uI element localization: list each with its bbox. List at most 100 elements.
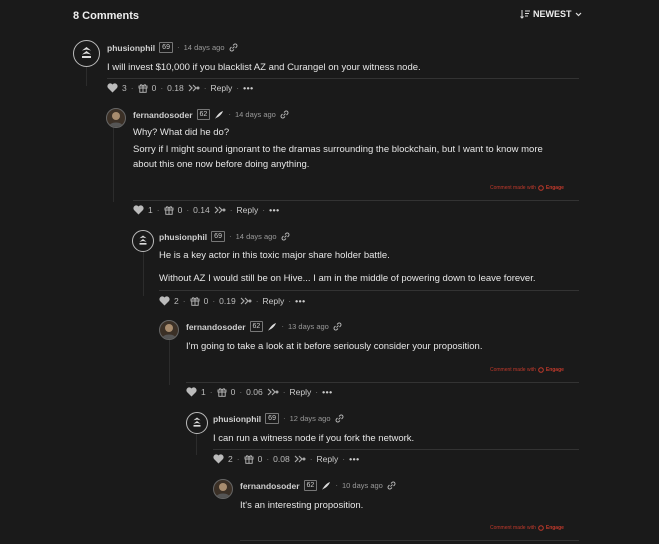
- divider: [107, 78, 579, 79]
- sort-dropdown[interactable]: NEWEST: [520, 9, 582, 19]
- reputation-badge: 62: [303, 480, 318, 491]
- reply-button[interactable]: Reply: [237, 205, 259, 215]
- comment-body: He is a key actor in this toxic major sh…: [159, 248, 536, 286]
- timestamp[interactable]: 10 days ago: [342, 481, 383, 490]
- user-photo-icon: [216, 483, 230, 498]
- gift-count: 0: [203, 296, 209, 306]
- comment-text: about this one now before doing anything…: [133, 159, 310, 170]
- comment-actions: 2 · 0 · 0.19 · Reply · •••: [159, 296, 306, 306]
- engage-attribution[interactable]: Comment made with Engage: [490, 185, 564, 191]
- author-name[interactable]: fernandosoder: [186, 322, 246, 332]
- link-icon[interactable]: [281, 232, 290, 241]
- gift-count: 0: [230, 387, 236, 397]
- link-icon[interactable]: [333, 322, 342, 331]
- engage-attribution[interactable]: Comment made with Engage: [490, 525, 564, 531]
- hive-tokens-icon: [294, 455, 306, 463]
- hive-logo-icon: [82, 47, 91, 58]
- gift-icon[interactable]: [190, 296, 200, 306]
- author-name[interactable]: fernandosoder: [240, 481, 300, 491]
- link-icon[interactable]: [387, 481, 396, 490]
- hive-tokens-icon: [267, 388, 279, 396]
- reputation-badge: 62: [249, 321, 264, 332]
- like-count: 2: [174, 296, 179, 306]
- reputation-badge: 69: [211, 231, 225, 242]
- author-name[interactable]: phusionphil: [159, 232, 207, 242]
- hive-logo-icon: [193, 417, 201, 427]
- reputation-badge: 69: [159, 42, 173, 53]
- user-photo-icon: [109, 112, 123, 127]
- author-name[interactable]: phusionphil: [213, 414, 261, 424]
- avatar[interactable]: [213, 479, 233, 499]
- avatar[interactable]: [159, 320, 179, 340]
- quill-icon: [268, 322, 277, 331]
- link-icon[interactable]: [335, 414, 344, 423]
- timestamp[interactable]: 12 days ago: [290, 414, 331, 423]
- engage-attribution[interactable]: Comment made with Engage: [490, 367, 564, 373]
- timestamp[interactable]: 13 days ago: [288, 322, 329, 331]
- comment-body: I'm going to take a look at it before se…: [186, 339, 482, 354]
- thread-line: [169, 340, 170, 385]
- divider: [133, 200, 579, 201]
- author-name[interactable]: phusionphil: [107, 43, 155, 53]
- link-icon[interactable]: [280, 110, 289, 119]
- comment-body: I can run a witness node if you fork the…: [213, 431, 414, 446]
- comment-actions: 1 · 0 · 0.06 · Reply · •••: [186, 387, 333, 397]
- heart-icon[interactable]: [107, 83, 118, 93]
- hive-tokens-icon: [214, 206, 226, 214]
- heart-icon[interactable]: [159, 296, 170, 306]
- user-photo-icon: [162, 324, 176, 339]
- avatar[interactable]: [132, 230, 154, 252]
- author-name[interactable]: fernandosoder: [133, 110, 193, 120]
- gift-count: 0: [151, 83, 157, 93]
- avatar[interactable]: [73, 40, 100, 67]
- comment-text: I can run a witness node if you fork the…: [213, 433, 415, 444]
- timestamp[interactable]: 14 days ago: [236, 232, 277, 241]
- separator-dot: ·: [281, 322, 284, 331]
- gift-count: 0: [257, 454, 263, 464]
- heart-icon[interactable]: [186, 387, 197, 397]
- comment-actions: 3 · 0 · 0.18 · Reply · •••: [107, 83, 254, 93]
- engage-logo-icon: [538, 367, 544, 373]
- quill-icon: [215, 110, 224, 119]
- comment-body: Why? What did he do? Sorry if I might so…: [133, 125, 543, 172]
- more-options-button[interactable]: •••: [269, 205, 279, 215]
- payout-value: 0.14: [193, 205, 210, 215]
- hive-tokens-icon: [240, 297, 252, 305]
- comment-actions: 1 · 0 · 0.14 · Reply · •••: [133, 205, 280, 215]
- more-options-button[interactable]: •••: [349, 454, 359, 464]
- gift-icon[interactable]: [164, 205, 174, 215]
- reply-button[interactable]: Reply: [317, 454, 339, 464]
- payout-value: 0.18: [167, 83, 184, 93]
- reply-button[interactable]: Reply: [290, 387, 312, 397]
- gift-icon[interactable]: [138, 83, 148, 93]
- comment-body: I will invest $10,000 if you blacklist A…: [107, 60, 421, 75]
- comment-text: He is a key actor in this toxic major sh…: [159, 250, 390, 261]
- comment-text: Sorry if I might sound ignorant to the d…: [133, 144, 543, 155]
- divider: [213, 449, 579, 450]
- divider: [240, 540, 579, 541]
- reputation-badge: 62: [196, 109, 211, 120]
- more-options-button[interactable]: •••: [243, 83, 253, 93]
- payout-value: 0.08: [273, 454, 290, 464]
- more-options-button[interactable]: •••: [295, 296, 305, 306]
- comment-count: 8 Comments: [73, 10, 140, 22]
- hive-logo-icon: [139, 235, 147, 245]
- comments-header: 8 Comments NEWEST: [0, 0, 659, 30]
- link-icon[interactable]: [229, 43, 238, 52]
- reputation-badge: 69: [265, 413, 279, 424]
- payout-value: 0.06: [246, 387, 263, 397]
- reply-button[interactable]: Reply: [263, 296, 285, 306]
- avatar[interactable]: [106, 108, 126, 128]
- gift-icon[interactable]: [217, 387, 227, 397]
- gift-count: 0: [177, 205, 183, 215]
- avatar[interactable]: [186, 412, 208, 434]
- timestamp[interactable]: 14 days ago: [235, 110, 276, 119]
- timestamp[interactable]: 14 days ago: [184, 43, 225, 52]
- sort-label: NEWEST: [533, 9, 572, 19]
- chevron-down-icon: [575, 12, 581, 16]
- heart-icon[interactable]: [213, 454, 224, 464]
- gift-icon[interactable]: [244, 454, 254, 464]
- more-options-button[interactable]: •••: [322, 387, 332, 397]
- heart-icon[interactable]: [133, 205, 144, 215]
- reply-button[interactable]: Reply: [211, 83, 233, 93]
